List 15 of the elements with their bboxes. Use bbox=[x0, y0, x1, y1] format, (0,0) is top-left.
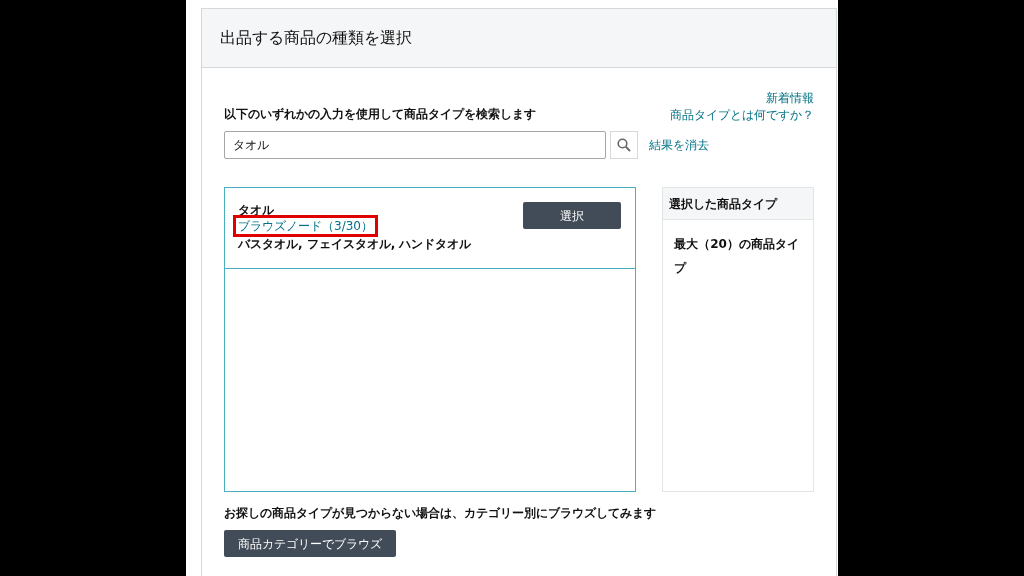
panel-title: 選択した商品タイプ bbox=[669, 195, 778, 213]
search-icon bbox=[617, 138, 631, 152]
search-button[interactable] bbox=[610, 131, 638, 159]
clear-results-link[interactable]: 結果を消去 bbox=[649, 136, 709, 154]
select-button[interactable]: 選択 bbox=[523, 202, 622, 229]
footer-text: お探しの商品タイプが見つからない場合は、カテゴリー別にブラウズしてみます bbox=[224, 506, 656, 520]
panel-note: 最大（20）の商品タイプ bbox=[674, 237, 799, 275]
search-field[interactable]: タオル bbox=[224, 131, 606, 159]
page-title: 出品する商品の種類を選択 bbox=[220, 27, 412, 49]
browse-node-link[interactable]: ブラウズノード（3/30） bbox=[236, 218, 375, 234]
help-link[interactable]: 新着情報 bbox=[766, 90, 814, 107]
result-path: バスタオル, フェイスタオル, ハンドタオル bbox=[238, 236, 472, 252]
help-link[interactable]: 商品タイプとは何ですか？ bbox=[670, 107, 814, 124]
browse-category-button[interactable]: 商品カテゴリーでブラウズ bbox=[224, 530, 396, 557]
instruction-text: 以下のいずれかの入力を使用して商品タイプを検索します bbox=[224, 106, 536, 123]
